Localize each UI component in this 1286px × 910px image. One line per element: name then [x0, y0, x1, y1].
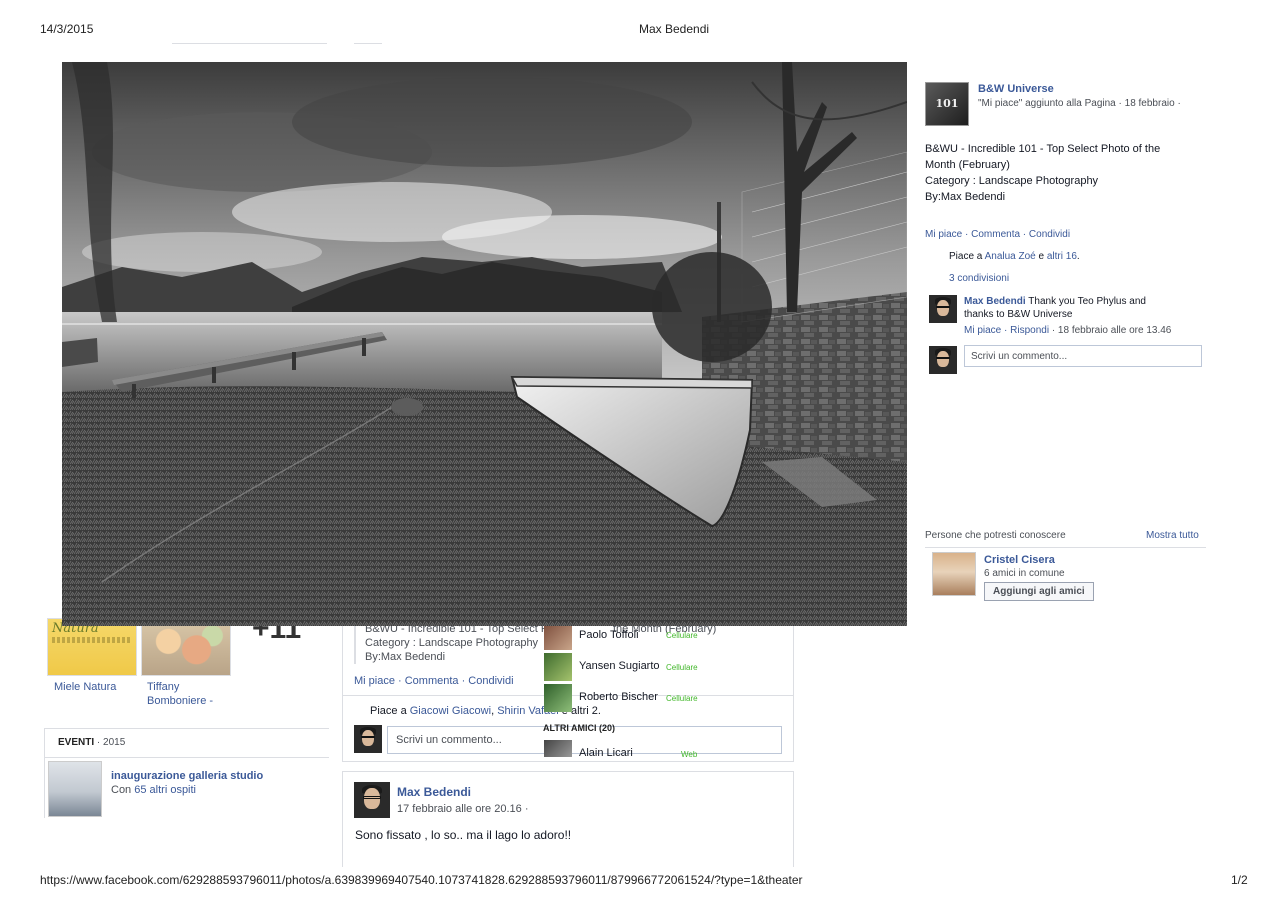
chat-avatar[interactable] — [544, 684, 572, 712]
lake-landscape-photo — [62, 62, 907, 626]
events-year: · 2015 — [96, 737, 126, 748]
commenter-name[interactable]: Max Bedendi — [964, 296, 1026, 307]
page-name[interactable]: B&W Universe — [978, 83, 1054, 95]
suggested-friend-avatar[interactable] — [932, 552, 976, 596]
theater-photo[interactable] — [62, 62, 907, 626]
photo-caption[interactable]: Miele Natura — [54, 680, 116, 694]
print-title: Max Bedendi — [639, 22, 710, 36]
see-all-link[interactable]: Mostra tutto — [1146, 530, 1199, 541]
chat-avatar[interactable] — [544, 740, 572, 757]
event-guests: Con 65 altri ospiti — [111, 784, 196, 796]
shares-link[interactable]: 3 condivisioni — [949, 273, 1009, 284]
shared-post-actions[interactable]: Mi piace · Commenta · Condividi — [354, 675, 514, 687]
comment-text: Max Bedendi Thank you Teo Phylus and tha… — [964, 296, 1146, 320]
events-header: EVENTI · 2015 — [58, 737, 125, 748]
post-timestamp[interactable]: 17 febbraio alle ore 20.16 · — [397, 803, 528, 815]
page-avatar-label: 101 — [935, 97, 959, 110]
photo-thumbnail-miele[interactable]: Natura — [47, 618, 137, 676]
event-guests-prefix: Con — [111, 784, 135, 796]
chat-contact-name[interactable]: Alain Licari — [579, 747, 633, 759]
chat-avatar[interactable] — [544, 653, 572, 681]
page-activity: "Mi piace" aggiunto alla Pagina · 18 feb… — [978, 98, 1181, 109]
photo-description: B&WU - Incredible 101 - Top Select Photo… — [925, 143, 1161, 203]
photo-actions[interactable]: Mi piace · Commenta · Condividi — [925, 229, 1070, 240]
print-url: https://www.facebook.com/629288593796011… — [40, 873, 803, 887]
chat-status: Web — [681, 750, 698, 759]
page-avatar[interactable]: 101 — [925, 82, 969, 126]
chat-contact-name[interactable]: Yansen Sugiarto — [579, 660, 660, 672]
quote-bar — [354, 620, 356, 664]
suggested-friend-name[interactable]: Cristel Cisera — [984, 554, 1055, 566]
divider — [44, 757, 329, 758]
add-friend-button[interactable]: Aggiungi agli amici — [984, 582, 1094, 601]
avatar — [929, 346, 957, 374]
chat-status: Cellulare — [666, 694, 698, 703]
photo-thumbnail-tiffany[interactable] — [141, 618, 231, 676]
comment-meta: Mi piace · Rispondi · 18 febbraio alle o… — [964, 325, 1172, 336]
chat-contact-name[interactable]: Roberto Bischer — [579, 691, 658, 703]
more-likers-link[interactable]: altri 16 — [1047, 251, 1077, 262]
chat-section-header: ALTRI AMICI (20) — [543, 723, 615, 733]
avatar — [354, 725, 382, 753]
chat-status: Cellulare — [666, 631, 698, 640]
liker-link[interactable]: Giacowi Giacowi — [410, 705, 491, 717]
shared-post-line-3: By:Max Bedendi — [365, 651, 446, 663]
photo-likes: Piace a Analua Zoé e altri 16. — [949, 251, 1080, 262]
comment-input[interactable]: Scrivi un commento... — [964, 345, 1202, 367]
print-date: 14/3/2015 — [40, 22, 94, 36]
liker-link[interactable]: Analua Zoé — [985, 251, 1036, 262]
tile-fine-print — [52, 637, 132, 643]
post-author-name[interactable]: Max Bedendi — [397, 785, 471, 799]
divider — [925, 547, 1206, 548]
mutual-friends: 6 amici in comune — [984, 568, 1065, 579]
comment-like-reply[interactable]: Mi piace · Rispondi — [964, 325, 1049, 336]
chat-status: Cellulare — [666, 663, 698, 672]
chat-avatar[interactable] — [544, 622, 572, 650]
divider — [172, 43, 327, 44]
pymk-title: Persone che potresti conoscere — [925, 530, 1066, 541]
divider — [354, 43, 382, 44]
avatar[interactable] — [354, 782, 390, 818]
events-label: EVENTI — [58, 737, 95, 748]
event-title[interactable]: inaugurazione galleria studio — [111, 770, 263, 782]
print-page-number: 1/2 — [1231, 873, 1248, 887]
commenter-avatar[interactable] — [929, 295, 957, 323]
photo-caption[interactable]: Tiffany Bomboniere - — [147, 680, 231, 708]
shared-post-line-2: Category : Landscape Photography — [365, 637, 539, 649]
chat-contact-name[interactable]: Paolo Toffoli — [579, 629, 639, 641]
event-guests-link[interactable]: 65 altri ospiti — [134, 784, 196, 796]
event-thumbnail[interactable] — [48, 761, 102, 817]
post-body: Sono fissato , lo so.. ma il lago lo ado… — [355, 828, 572, 842]
